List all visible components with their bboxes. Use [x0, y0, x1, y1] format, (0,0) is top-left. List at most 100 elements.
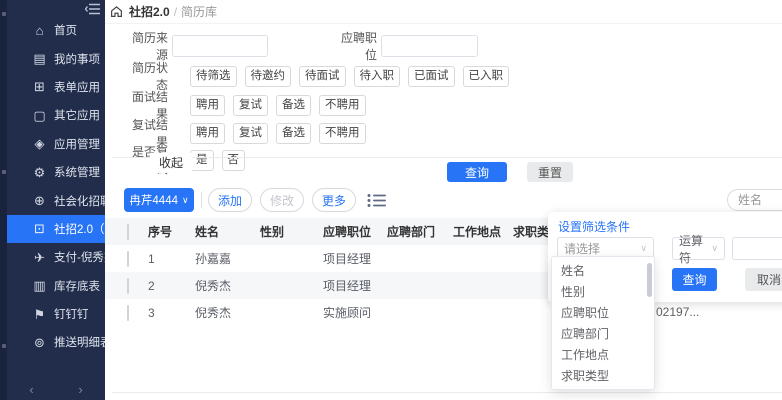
book-icon: ▢ — [32, 109, 47, 122]
column-header-name[interactable]: 姓名 — [195, 223, 260, 240]
sidebar-next-arrow[interactable]: › — [68, 382, 92, 398]
collapse-filters-button[interactable]: 收起 — [150, 153, 192, 173]
resume-source-input[interactable] — [172, 35, 268, 57]
reset-button[interactable]: 重置 — [527, 162, 573, 182]
interview-result-tag[interactable]: 不聘用 — [319, 95, 366, 116]
globe-icon: ⊕ — [32, 194, 47, 207]
add-button[interactable]: 添加 — [208, 188, 252, 212]
operator-select[interactable]: 运算符 ∨ — [672, 237, 725, 260]
is-second-tag[interactable]: 是 — [190, 150, 214, 171]
sidebar-item-recruit-2-0[interactable]: ⊡社招2.0（勿动） — [7, 215, 105, 243]
menu-fold-icon[interactable] — [85, 3, 101, 15]
gear-icon: ⚙ — [32, 166, 47, 179]
breadcrumb-app[interactable]: 社招2.0 — [129, 3, 170, 20]
filter-divider — [112, 157, 782, 158]
list-view-icon[interactable] — [367, 193, 387, 208]
edit-button[interactable]: 修改 — [260, 188, 304, 212]
home-breadcrumb-icon — [110, 5, 123, 18]
filter-panel-title: 设置筛选条件 — [558, 218, 630, 235]
sidebar-item-payment[interactable]: ✈支付-倪秀杰 — [7, 243, 105, 271]
select-all-checkbox[interactable] — [127, 224, 129, 240]
interview-result-tag[interactable]: 聘用 — [190, 95, 225, 116]
sidebar-item-social-recruiting[interactable]: ⊕ 社会化招聘 — [7, 186, 105, 214]
dropdown-scrollbar[interactable] — [647, 263, 652, 297]
main-content: 社招2.0 / 简历库 简历来源 应聘职位 简历状态 待筛选 待邀约 待面试 待… — [105, 0, 782, 400]
column-header-gender[interactable]: 性别 — [260, 223, 323, 240]
column-header-no[interactable]: 序号 — [148, 223, 195, 240]
second-result-tag[interactable]: 备选 — [276, 123, 311, 144]
sidebar-item-system-management[interactable]: ⚙系统管理 — [7, 158, 105, 186]
second-result-tag[interactable]: 复试 — [233, 123, 268, 144]
resume-status-tag[interactable]: 待面试 — [299, 66, 346, 87]
sidebar-item-label: 推送明细表 — [54, 334, 105, 350]
sidebar-item-label: 钉钉钉 — [54, 306, 89, 322]
sidebar-item-push-detail[interactable]: ⊚ 推送明细表 — [7, 328, 105, 356]
apply-position-input[interactable] — [381, 35, 478, 57]
panel-search-button[interactable]: 查询 — [672, 268, 717, 291]
collapsed-rail — [0, 0, 7, 400]
sidebar-item-label: 应用管理 — [54, 136, 100, 152]
resume-status-tag[interactable]: 待邀约 — [245, 66, 292, 87]
second-result-tag[interactable]: 聘用 — [190, 123, 225, 144]
sidebar-item-label: 我的事项 — [54, 51, 100, 67]
is-second-tag[interactable]: 否 — [222, 150, 246, 171]
sidebar-item-dingding[interactable]: ⚑钉钉钉 — [7, 300, 105, 328]
chevron-down-icon: ∨ — [182, 195, 189, 206]
search-button[interactable]: 查询 — [447, 162, 507, 182]
panel-cancel-button[interactable]: 取消 — [745, 268, 782, 291]
sidebar-item-inventory[interactable]: ▥库存底表 — [7, 272, 105, 300]
resume-source-label: 简历来源 — [125, 29, 168, 63]
dropdown-option[interactable]: 应聘职位 — [552, 303, 654, 324]
column-header-department[interactable]: 应聘部门 — [387, 223, 453, 240]
sidebar-item-form-apps[interactable]: ⊞ 表单应用 — [7, 73, 105, 101]
cell-position: 项目经理 — [323, 277, 387, 294]
resume-status-tag[interactable]: 待入职 — [354, 66, 401, 87]
row-checkbox[interactable] — [127, 278, 129, 294]
sidebar-item-my-tasks[interactable]: ▤我的事项 — [7, 44, 105, 72]
filter-value-input[interactable] — [732, 237, 782, 260]
cell-name: 孙嘉嘉 — [195, 250, 260, 267]
cell-no: 3 — [148, 306, 195, 320]
sidebar-item-home[interactable]: ⌂首页 — [7, 16, 105, 44]
cell-position: 项目经理 — [323, 250, 387, 267]
resume-status-tag[interactable]: 已入职 — [463, 66, 510, 87]
dropdown-option[interactable]: 性别 — [552, 282, 654, 303]
sidebar-item-label: 表单应用 — [54, 79, 100, 95]
interview-result-tag[interactable]: 复试 — [233, 95, 268, 116]
sidebar-item-app-management[interactable]: ◈ 应用管理 — [7, 130, 105, 158]
column-header-location[interactable]: 工作地点 — [453, 223, 513, 240]
row-checkbox[interactable] — [127, 305, 129, 321]
sidebar-item-label: 社会化招聘 — [54, 193, 105, 209]
resume-source-field: 简历来源 应聘职位 — [125, 29, 478, 63]
sidebar-menu: ⌂首页 ▤我的事项 ⊞ 表单应用 ▢ 其它应用 ◈ 应用管理 ⚙系统管理 ⊕ 社会化招聘… — [7, 0, 105, 357]
toolbar-divider — [201, 192, 202, 208]
dropdown-option[interactable]: 求职类型 — [552, 366, 654, 387]
more-button[interactable]: 更多 — [312, 188, 356, 212]
cell-no: 2 — [148, 279, 195, 293]
dropdown-option[interactable]: 工作地点 — [552, 345, 654, 366]
filter-field-options-dropdown: 姓名 性别 应聘职位 应聘部门 工作地点 求职类型 到岗日期 — [551, 256, 655, 390]
user-dropdown-button[interactable]: 冉芹4444 ∨ — [124, 188, 194, 212]
layers-icon: ◈ — [32, 137, 47, 150]
dropdown-option[interactable]: 到岗日期 — [552, 387, 654, 390]
resume-status-tag[interactable]: 待筛选 — [190, 66, 237, 87]
dropdown-option[interactable]: 姓名 — [552, 261, 654, 282]
cell-name: 倪秀杰 — [195, 304, 260, 321]
sidebar-item-label: 社招2.0（勿动） — [54, 221, 105, 237]
sidebar-prev-arrow[interactable]: ‹ — [19, 382, 43, 398]
cell-position: 实施顾问 — [323, 304, 387, 321]
name-search-input[interactable] — [727, 189, 782, 211]
sidebar-item-other-apps[interactable]: ▢ 其它应用 — [7, 101, 105, 129]
chevron-down-icon: ∨ — [640, 243, 647, 254]
network-icon: ⊚ — [32, 336, 47, 349]
user-dropdown-label: 冉芹4444 — [129, 192, 178, 208]
resume-status-tag[interactable]: 已面试 — [408, 66, 455, 87]
second-result-tag[interactable]: 不聘用 — [319, 123, 366, 144]
interview-result-tag[interactable]: 备选 — [276, 95, 311, 116]
grid-icon: ⊞ — [32, 80, 47, 93]
row-checkbox[interactable] — [127, 251, 129, 267]
sidebar-item-label: 其它应用 — [54, 107, 100, 123]
column-header-position[interactable]: 应聘职位 — [323, 223, 387, 240]
dropdown-option[interactable]: 应聘部门 — [552, 324, 654, 345]
sidebar-item-label: 库存底表 — [54, 278, 100, 294]
